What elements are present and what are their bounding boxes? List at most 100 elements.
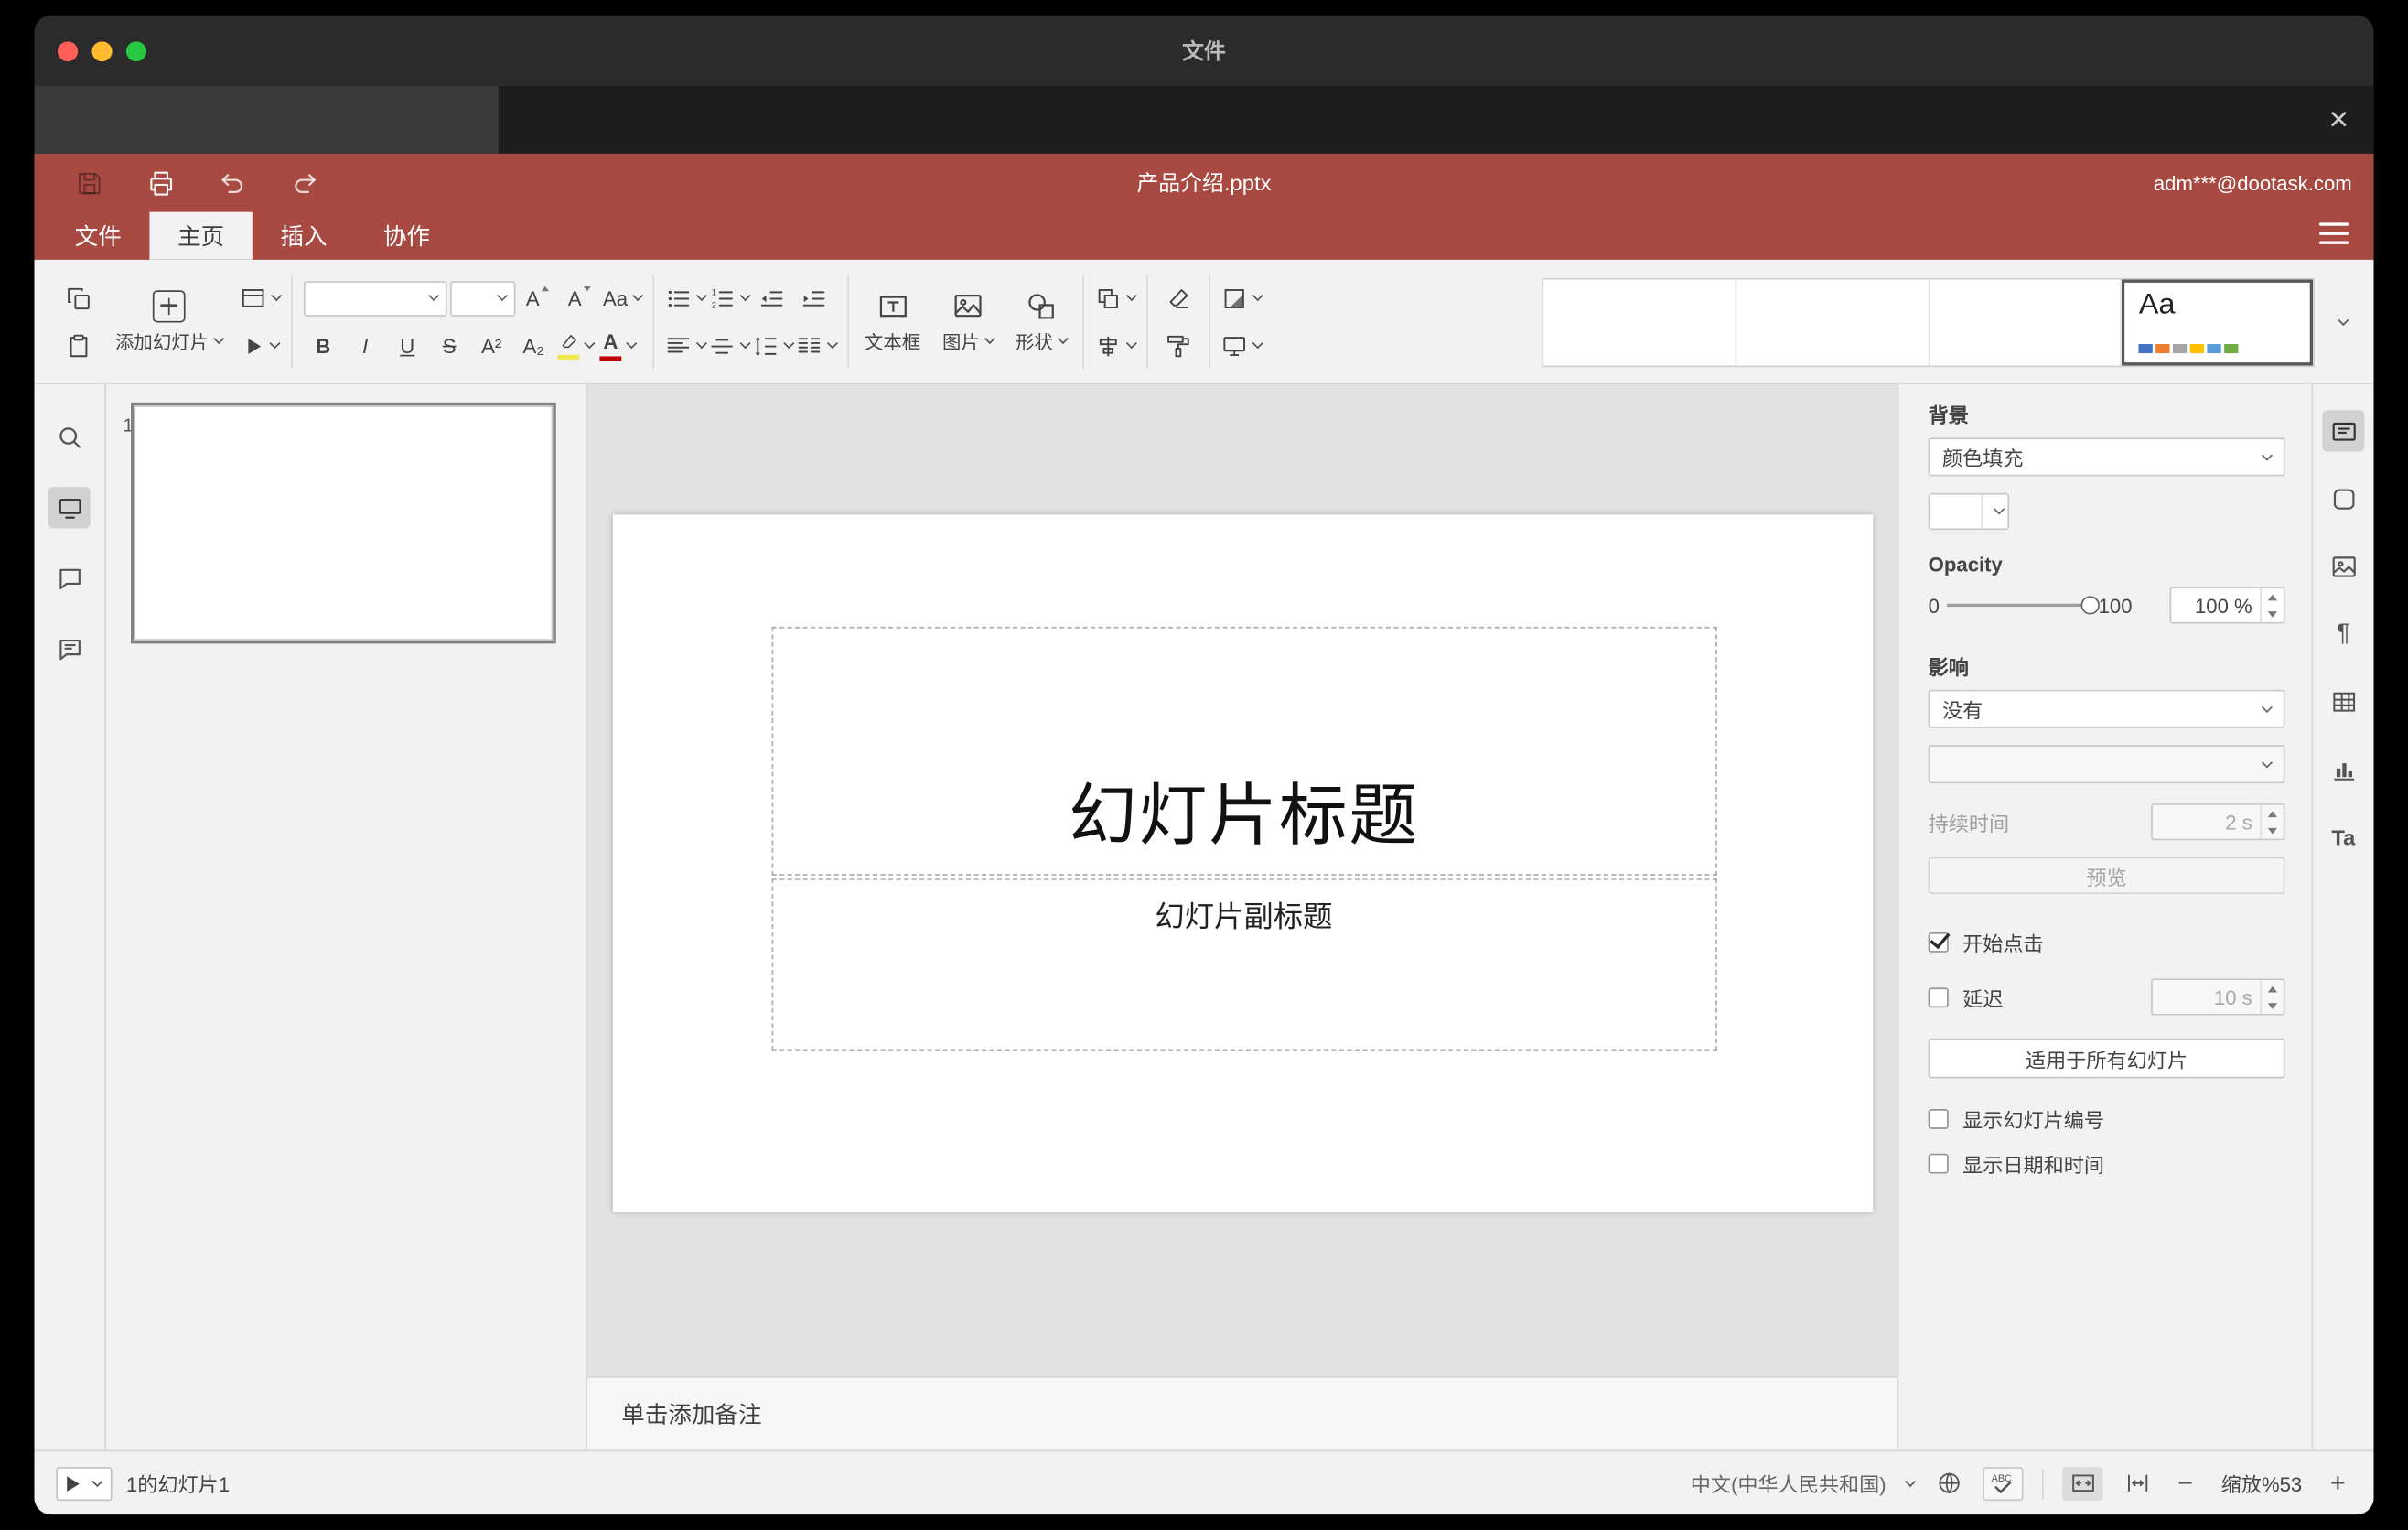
notes-area[interactable]: 单击添加备注 xyxy=(586,1376,1897,1450)
delay-checkbox[interactable] xyxy=(1928,986,1949,1007)
close-icon[interactable]: × xyxy=(2328,102,2349,136)
fill-type-select[interactable]: 颜色填充 xyxy=(1928,437,2285,477)
chat-button[interactable] xyxy=(48,629,91,670)
comments-button[interactable] xyxy=(48,557,91,598)
insert-shape-button[interactable]: 形状 xyxy=(1005,260,1078,384)
minimize-traffic-light[interactable] xyxy=(91,40,113,61)
set-language-button[interactable] xyxy=(1929,1466,1969,1500)
effect-select[interactable]: 没有 xyxy=(1928,689,2285,728)
spinner-up-icon[interactable] xyxy=(2267,593,2277,600)
preview-button[interactable]: 预览 xyxy=(1928,857,2285,895)
decrease-indent-button[interactable] xyxy=(752,279,791,318)
tab-home[interactable]: 主页 xyxy=(149,211,253,260)
shape-settings-button[interactable] xyxy=(2322,478,2364,519)
underline-button[interactable]: U xyxy=(388,327,427,365)
opacity-slider-knob[interactable] xyxy=(2080,596,2101,615)
zoom-in-button[interactable]: + xyxy=(2324,1468,2352,1499)
spinner-down-icon[interactable] xyxy=(2267,610,2277,618)
font-name-select[interactable] xyxy=(304,280,447,316)
close-traffic-light[interactable] xyxy=(57,40,79,61)
fit-width-button[interactable] xyxy=(2117,1466,2157,1500)
theme-gallery-expand-button[interactable] xyxy=(2324,277,2355,366)
spellcheck-button[interactable]: ABC xyxy=(1983,1466,2024,1501)
copy-button[interactable] xyxy=(59,279,99,318)
table-settings-button[interactable] xyxy=(2322,681,2364,722)
start-on-click-checkbox[interactable] xyxy=(1928,932,1949,953)
insert-textbox-button[interactable]: 文本框 xyxy=(854,260,931,384)
slide-subtitle-placeholder[interactable]: 幻灯片副标题 xyxy=(770,878,1717,1051)
spinner-down-icon[interactable] xyxy=(2267,1002,2277,1009)
zoom-out-button[interactable]: − xyxy=(2171,1468,2199,1499)
start-slideshow-status-button[interactable] xyxy=(56,1466,113,1501)
opacity-slider[interactable] xyxy=(1947,596,2101,615)
slide-thumbnail-1[interactable] xyxy=(134,405,554,641)
theme-option-selected[interactable]: Aa xyxy=(2122,279,2313,365)
fit-slide-button[interactable] xyxy=(2062,1466,2103,1501)
slides-panel-button[interactable] xyxy=(48,487,91,529)
language-label[interactable]: 中文(中华人民共和国) xyxy=(1691,1469,1887,1498)
fill-color-picker[interactable] xyxy=(1928,492,2010,531)
effect-variant-select[interactable] xyxy=(1928,745,2285,784)
slide-size-button[interactable] xyxy=(1221,327,1263,365)
tab-insert[interactable]: 插入 xyxy=(253,212,355,260)
paragraph-settings-button[interactable]: ¶ xyxy=(2322,613,2364,654)
superscript-button[interactable]: A² xyxy=(472,327,511,365)
user-email: adm***@dootask.com xyxy=(2153,171,2352,195)
slide-fill-button[interactable] xyxy=(1221,279,1263,318)
paste-button[interactable] xyxy=(59,327,99,365)
columns-button[interactable] xyxy=(796,327,839,365)
decrease-font-button[interactable]: A xyxy=(561,279,600,318)
indent-icon xyxy=(802,290,825,306)
preview-slideshow-button[interactable] xyxy=(240,327,280,365)
clipboard-group xyxy=(53,260,104,384)
vertical-align-button[interactable] xyxy=(709,327,751,365)
tab-file[interactable]: 文件 xyxy=(47,212,149,260)
delay-input[interactable]: 10 s xyxy=(2151,978,2285,1016)
slide-title-placeholder[interactable]: 幻灯片标题 xyxy=(770,626,1717,876)
change-case-button[interactable]: Aa xyxy=(603,279,644,318)
font-size-select[interactable] xyxy=(450,280,516,316)
increase-indent-button[interactable] xyxy=(794,279,833,318)
slide-canvas[interactable]: 幻灯片标题 幻灯片副标题 xyxy=(612,514,1873,1212)
align-shape-button[interactable] xyxy=(1095,327,1137,365)
chart-settings-button[interactable] xyxy=(2322,749,2364,790)
textart-settings-button[interactable]: Ta xyxy=(2322,815,2364,857)
status-bar: 1的幻灯片1 中文(中华人民共和国) ABC − 缩放%53 + xyxy=(34,1449,2374,1515)
slide-layout-button[interactable] xyxy=(240,279,283,318)
font-color-button[interactable]: A xyxy=(598,327,638,365)
bullet-list-button[interactable] xyxy=(665,279,708,318)
arrange-shape-button[interactable] xyxy=(1095,279,1137,318)
increase-font-button[interactable]: A xyxy=(519,279,558,318)
opacity-max-label: 100 xyxy=(2098,593,2133,618)
clear-style-button[interactable] xyxy=(1159,279,1199,318)
show-date-time-checkbox[interactable] xyxy=(1928,1153,1949,1174)
slide-settings-button[interactable] xyxy=(2322,410,2365,452)
image-settings-button[interactable] xyxy=(2322,545,2364,587)
tab-collaboration[interactable]: 协作 xyxy=(355,212,457,260)
spinner-down-icon[interactable] xyxy=(2267,826,2277,834)
fullscreen-traffic-light[interactable] xyxy=(125,40,147,61)
search-button[interactable] xyxy=(48,416,91,458)
theme-option-1[interactable] xyxy=(1543,278,1736,365)
spinner-up-icon[interactable] xyxy=(2267,985,2277,992)
theme-option-2[interactable] xyxy=(1736,278,1930,365)
subscript-button[interactable]: A₂ xyxy=(514,327,554,365)
numbered-list-button[interactable]: 12 xyxy=(709,279,751,318)
menu-icon[interactable] xyxy=(2318,222,2349,244)
copy-style-button[interactable] xyxy=(1159,327,1199,365)
highlight-color-button[interactable] xyxy=(556,327,596,365)
apply-to-all-button[interactable]: 适用于所有幻灯片 xyxy=(1928,1038,2285,1079)
horizontal-align-button[interactable] xyxy=(665,327,708,365)
strikeout-button[interactable]: S xyxy=(430,327,469,365)
duration-input[interactable]: 2 s xyxy=(2151,803,2285,841)
app-tab[interactable] xyxy=(34,86,499,154)
theme-option-3[interactable] xyxy=(1929,278,2123,365)
add-slide-button[interactable]: 添加幻灯片 xyxy=(104,260,233,384)
bold-button[interactable]: B xyxy=(304,327,343,365)
italic-button[interactable]: I xyxy=(346,327,385,365)
show-slide-number-checkbox[interactable] xyxy=(1928,1109,1949,1129)
insert-image-button[interactable]: 图片 xyxy=(931,260,1005,384)
spinner-up-icon[interactable] xyxy=(2267,810,2277,817)
opacity-input[interactable]: 100 % xyxy=(2169,587,2285,624)
line-spacing-button[interactable] xyxy=(752,327,795,365)
